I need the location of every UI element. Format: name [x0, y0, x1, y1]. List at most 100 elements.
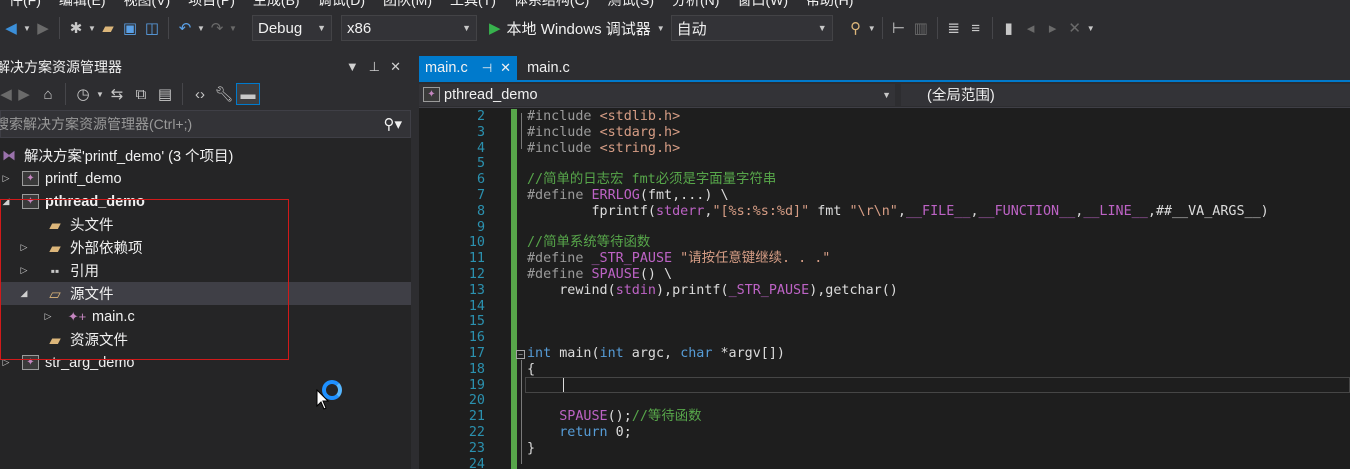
step-icon[interactable]: ⊢ — [888, 17, 910, 39]
close-tab-icon[interactable]: ✕ — [500, 60, 511, 76]
code-token: <stdarg.h> — [599, 124, 681, 140]
window-position-icon[interactable]: ▼ — [346, 59, 359, 75]
pending-changes-icon[interactable]: ◷ — [71, 83, 95, 105]
dropdown-arrow-icon[interactable]: ▼ — [22, 17, 32, 39]
nav-project: pthread_demo — [444, 86, 538, 103]
forward-icon[interactable]: ▶ — [32, 17, 54, 39]
chevron-down-icon[interactable]: ▼ — [657, 24, 665, 33]
open-folder-icon[interactable]: ▰ — [97, 17, 119, 39]
dropdown-arrow-icon[interactable]: ▼ — [87, 17, 97, 39]
tree-project-printf-demo[interactable]: ▷ ✦ printf_demo — [0, 167, 411, 190]
code-line: #include <stdarg.h> — [527, 125, 680, 141]
search-input[interactable]: 搜索解决方案资源管理器(Ctrl+;) — [0, 114, 192, 134]
bookmark-icon[interactable]: ▮ — [998, 17, 1020, 39]
prev-bookmark-icon[interactable]: ◂ — [1020, 17, 1042, 39]
undo-icon[interactable]: ↶ — [174, 17, 196, 39]
back-icon[interactable]: ◀ — [0, 83, 12, 105]
properties-icon[interactable]: 🔧︎ — [212, 83, 236, 105]
dropdown-arrow-icon[interactable]: ▼ — [1086, 17, 1096, 39]
save-icon[interactable]: ▣ — [119, 17, 141, 39]
tree-solution[interactable]: ⧓ 解决方案'printf_demo' (3 个项目) — [0, 144, 411, 167]
search-icon[interactable]: ⚲▾ — [383, 115, 410, 133]
menu-bar: 件(F) 编辑(E) 视图(V) 项目(P) 生成(B) 调试(D) 团队(M)… — [0, 0, 1350, 10]
tab-main-c[interactable]: main.c — [517, 56, 576, 80]
find-in-files-icon[interactable]: ⚲ — [845, 17, 867, 39]
code-token: ,##__VA_ARGS__) — [1147, 203, 1269, 219]
menu-debug[interactable]: 调试(D) — [309, 0, 374, 10]
close-icon[interactable]: ✕ — [390, 59, 401, 75]
pin-tab-icon[interactable]: ⊣ — [482, 61, 492, 75]
menu-edit[interactable]: 编辑(E) — [50, 0, 115, 10]
line-number: 7 — [476, 188, 485, 203]
show-all-files-icon[interactable]: ▤ — [153, 83, 177, 105]
code-line: #define _STR_PAUSE "请按任意键继续. . ." — [527, 251, 830, 267]
pin-icon[interactable]: ⊥ — [369, 59, 380, 75]
menu-team[interactable]: 团队(M) — [374, 0, 441, 10]
line-number: 4 — [476, 140, 485, 156]
code-token: #define — [527, 267, 592, 282]
menu-analyze[interactable]: 分析(N) — [663, 0, 728, 10]
line-number: 17 — [468, 346, 485, 361]
line-number: 2 — [476, 109, 485, 124]
dropdown-arrow-icon[interactable]: ▼ — [228, 17, 238, 39]
next-bookmark-icon[interactable]: ▸ — [1042, 17, 1064, 39]
menu-test[interactable]: 测试(S) — [598, 0, 663, 10]
chevron-down-icon: ▼ — [317, 23, 326, 33]
uncomment-icon[interactable]: ≡ — [965, 17, 987, 39]
code-token: int — [527, 346, 552, 361]
start-debug-button[interactable]: ▶ 本地 Windows 调试器 ▼ — [483, 18, 671, 39]
forward-icon[interactable]: ▶ — [12, 83, 36, 105]
line-number: 16 — [468, 330, 485, 346]
redo-icon[interactable]: ↷ — [206, 17, 228, 39]
code-line: //简单系统等待函数 — [527, 235, 651, 251]
line-number: 21 — [468, 409, 485, 425]
dropdown-arrow-icon[interactable]: ▼ — [196, 17, 206, 39]
menu-project[interactable]: 项目(P) — [179, 0, 244, 10]
collapse-region-icon[interactable]: − — [516, 350, 525, 359]
menu-architecture[interactable]: 体系结构(C) — [505, 0, 598, 10]
line-number: 22 — [468, 425, 485, 440]
platform-select[interactable]: x86 ▼ — [341, 15, 477, 41]
code-area[interactable]: 2 3 4 5 6 7 8 9 10 11 12 13 14 15 16 17 … — [419, 109, 1350, 469]
menu-view[interactable]: 视图(V) — [115, 0, 180, 10]
toolbar-separator — [991, 17, 993, 39]
layout-icon[interactable]: ▥ — [910, 17, 932, 39]
save-all-icon[interactable]: ◫ — [141, 17, 163, 39]
code-token: #define — [527, 251, 592, 267]
mode-select[interactable]: 自动 ▼ — [670, 15, 833, 41]
code-line: int main(int argc, char *argv[]) — [527, 346, 785, 362]
project-icon: ✦ — [22, 171, 39, 186]
toolbar-separator — [881, 17, 883, 39]
view-code-icon[interactable]: ‹› — [188, 83, 212, 105]
sync-icon[interactable]: ⇆ — [105, 83, 129, 105]
config-select[interactable]: Debug ▼ — [252, 15, 332, 41]
menu-build[interactable]: 生成(B) — [244, 0, 309, 10]
dropdown-arrow-icon[interactable]: ▼ — [867, 17, 877, 39]
code-token: <stdlib.h> — [599, 109, 681, 124]
comment-icon[interactable]: ≣ — [943, 17, 965, 39]
global-scope-select[interactable]: (全局范围) — [901, 83, 1350, 106]
solution-search[interactable]: 搜索解决方案资源管理器(Ctrl+;) ⚲▾ — [0, 110, 411, 138]
menu-help[interactable]: 帮助(H) — [797, 0, 862, 10]
line-number: 10 — [468, 235, 485, 251]
preview-icon[interactable]: ▬ — [236, 83, 260, 105]
tab-main-c-active[interactable]: main.c ⊣ ✕ — [419, 56, 518, 80]
code-token: argc, — [623, 346, 681, 361]
menu-tools[interactable]: 工具(T) — [441, 0, 505, 10]
project-scope-select[interactable]: ✦ pthread_demo ▼ — [419, 83, 895, 106]
clear-bookmarks-icon[interactable]: ✕ — [1064, 17, 1086, 39]
dropdown-arrow-icon[interactable]: ▼ — [95, 83, 105, 105]
menu-window[interactable]: 窗口(W) — [728, 0, 797, 10]
code-token: 0; — [607, 425, 632, 440]
home-icon[interactable]: ⌂ — [36, 83, 60, 105]
collapse-all-icon[interactable]: ⧉ — [129, 83, 153, 105]
code-token: return — [559, 425, 608, 440]
solution-icon: ⧓ — [2, 147, 16, 163]
line-number-gutter: 2 3 4 5 6 7 8 9 10 11 12 13 14 15 16 17 … — [419, 109, 485, 469]
new-project-icon[interactable]: ✱ — [65, 17, 87, 39]
code-token: #include — [527, 109, 600, 124]
code-token: char — [680, 346, 713, 361]
menu-file[interactable]: 件(F) — [0, 0, 50, 10]
expand-arrow-icon[interactable]: ▷ — [0, 173, 12, 184]
back-icon[interactable]: ◀ — [0, 17, 22, 39]
